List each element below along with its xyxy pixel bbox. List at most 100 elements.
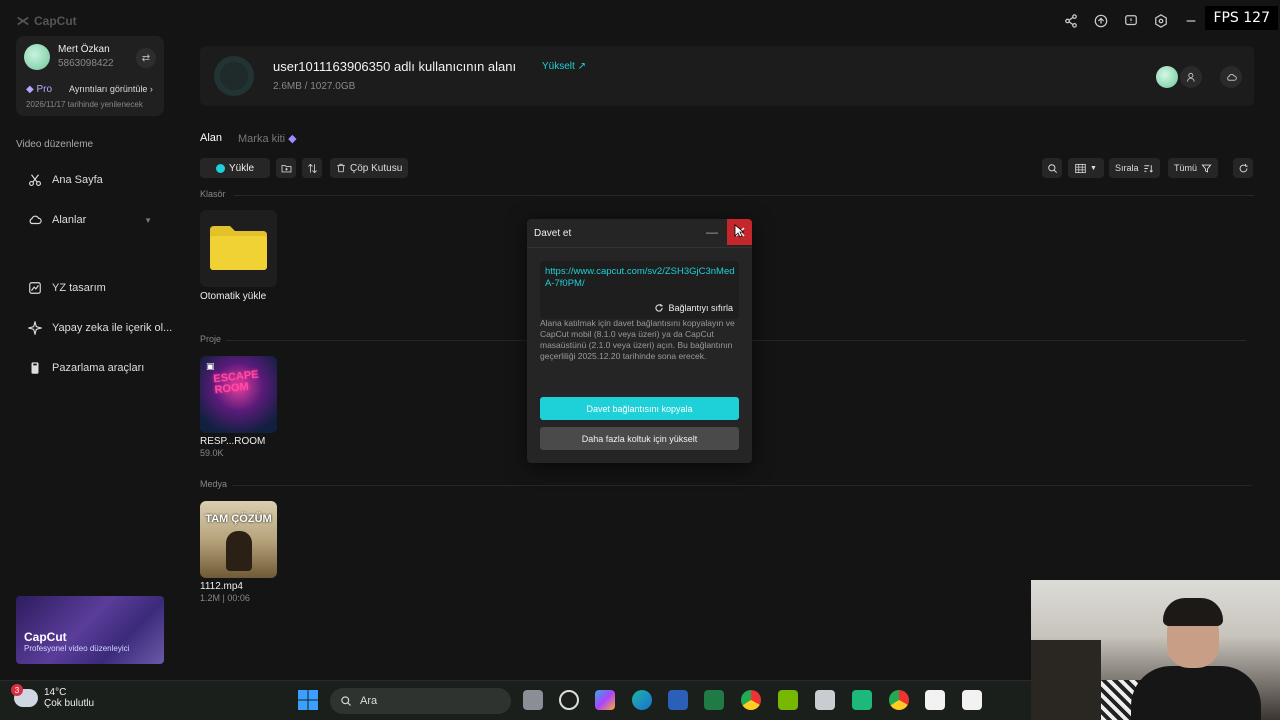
promo-banner[interactable]: CapCut Profesyonel video düzenleyici [16, 596, 164, 664]
user-name: Mert Özkan [58, 44, 110, 55]
chevron-down-icon[interactable]: ▼ [144, 216, 152, 225]
copilot-icon[interactable] [595, 690, 615, 710]
weather-widget[interactable]: 3 14°C Çok bulutlu [11, 684, 94, 709]
section-project-label: Proje [200, 334, 222, 344]
settings-icon[interactable] [1152, 12, 1170, 30]
minimize-icon[interactable] [1182, 12, 1200, 30]
weather-description: Çok bulutlu [44, 698, 95, 709]
avatar[interactable] [24, 44, 50, 70]
sidebar-item-label: Ana Sayfa [52, 174, 103, 186]
search-icon [341, 696, 351, 706]
upload-button[interactable]: Yükle [200, 158, 270, 178]
nvidia-icon[interactable] [778, 690, 798, 710]
reset-link-button[interactable]: Bağlantıyı sıfırla [654, 303, 733, 313]
grid-icon [1075, 163, 1086, 173]
invite-link[interactable]: https://www.capcut.com/sv2/ZSH3GjC3nMedA… [545, 266, 735, 290]
search-icon[interactable] [1042, 158, 1062, 178]
word-icon[interactable] [668, 690, 688, 710]
marketing-icon [31, 362, 39, 374]
tab-brand-kit-label: Marka kiti [238, 133, 286, 145]
project-thumbnail[interactable]: ▣ ESCAPE ROOM [200, 356, 277, 433]
reset-link-label: Bağlantıyı sıfırla [668, 303, 733, 313]
taskbar-search[interactable]: Ara [330, 688, 511, 714]
pro-badge: ◆ Pro [26, 84, 53, 95]
view-details-label: Ayrıntıları görüntüle [69, 84, 148, 94]
folder-card[interactable] [200, 210, 277, 287]
diamond-icon: ◆ [288, 133, 297, 145]
minimize-icon[interactable]: — [705, 223, 719, 241]
promo-title: CapCut [24, 630, 67, 644]
tab-space[interactable]: Alan [200, 132, 222, 144]
upload-arrow-icon[interactable] [1092, 12, 1110, 30]
sidebar-item-spaces[interactable]: Alanlar ▼ [28, 213, 152, 227]
invite-link-box: https://www.capcut.com/sv2/ZSH3GjC3nMedA… [540, 261, 739, 319]
sort-icon [1143, 164, 1153, 173]
media-thumbnail[interactable]: TAM ÇÖZÜM [200, 501, 277, 578]
tab-brand-kit[interactable]: Marka kiti ◆ [238, 132, 297, 145]
chrome-icon[interactable] [741, 690, 761, 710]
dialog-title: Davet et [534, 228, 572, 239]
excel-icon[interactable] [704, 690, 724, 710]
capcut-taskbar-icon[interactable] [925, 690, 945, 710]
upgrade-link[interactable]: Yükselt ↗ [542, 61, 586, 72]
thumbnail-figure [226, 531, 252, 571]
filter-button[interactable]: Tümü [1168, 158, 1219, 178]
logo-text: CapCut [34, 14, 77, 28]
share-icon[interactable] [1062, 12, 1080, 30]
divider [232, 485, 1252, 486]
sidebar-item-ai-design[interactable]: YZ tasarım [28, 281, 106, 295]
chevron-down-icon: ▼ [1090, 164, 1097, 172]
switch-account-icon[interactable]: ⇄ [136, 48, 156, 68]
refresh-icon[interactable] [1233, 158, 1253, 178]
filter-icon [1201, 164, 1212, 173]
top-toolbar [1062, 12, 1200, 30]
capcut-logo: CapCut [16, 14, 77, 28]
new-folder-icon[interactable] [276, 158, 296, 178]
edge-icon[interactable] [632, 690, 652, 710]
upgrade-seats-button[interactable]: Daha fazla koltuk için yükselt [540, 427, 739, 450]
webcam-person-hair [1163, 598, 1223, 626]
copy-invite-link-button[interactable]: Davet bağlantısını kopyala [540, 397, 739, 420]
chatgpt-icon[interactable] [559, 690, 579, 710]
file-explorer-icon[interactable] [523, 690, 543, 710]
cloud-upload-icon[interactable] [1220, 66, 1242, 88]
invite-dialog: Davet et — https://www.capcut.com/sv2/ZS… [527, 219, 752, 463]
windows-start-icon[interactable] [298, 690, 318, 710]
view-mode-dropdown[interactable]: ▼ [1068, 158, 1104, 178]
trash-label: Çöp Kutusu [350, 162, 403, 174]
cloud-icon [29, 215, 42, 225]
chrome-profile-icon[interactable] [889, 690, 909, 710]
weather-text: 14°C Çok bulutlu [44, 687, 94, 709]
scissors-icon [29, 174, 41, 186]
add-member-icon[interactable] [1180, 66, 1202, 88]
user-id: 5863098422 [58, 58, 114, 69]
search-placeholder: Ara [360, 695, 378, 707]
capcut-taskbar-icon[interactable] [962, 690, 982, 710]
sort-button[interactable]: Sırala [1109, 158, 1160, 178]
sparkle-icon [28, 321, 42, 335]
sort-arrows-icon[interactable] [302, 158, 322, 178]
sidebar-item-ai-content[interactable]: Yapay zeka ile içerik ol... [28, 321, 172, 335]
member-avatar[interactable] [1156, 66, 1178, 88]
trash-icon [337, 163, 345, 173]
calculator-icon[interactable] [815, 690, 835, 710]
trash-button[interactable]: Çöp Kutusu [330, 158, 409, 178]
plus-icon [215, 163, 225, 173]
user-card[interactable]: Mert Özkan 5863098422 ⇄ ◆ Pro Ayrıntılar… [16, 36, 164, 116]
sidebar-item-marketing[interactable]: Pazarlama araçları [28, 361, 144, 375]
project-name[interactable]: RESP...ROOM [200, 436, 265, 447]
section-folder-label: Klasör [200, 189, 226, 199]
sidebar-item-home[interactable]: Ana Sayfa [28, 173, 103, 187]
feedback-icon[interactable] [1122, 12, 1140, 30]
sidebar-item-label: Pazarlama araçları [52, 362, 145, 374]
media-name[interactable]: 1112.mp4 [200, 581, 243, 592]
notification-badge: 3 [11, 684, 23, 696]
view-details-link[interactable]: Ayrıntıları görüntüle › [69, 84, 153, 94]
space-storage: 2.6MB / 1027.0GB [273, 81, 356, 92]
fps-counter: FPS 127 [1205, 6, 1278, 30]
refresh-icon [655, 303, 664, 312]
dialog-description: Alana katılmak için davet bağlantısını k… [540, 318, 735, 361]
app-icon[interactable] [852, 690, 872, 710]
cloud-icon: 3 [11, 684, 38, 707]
folder-name[interactable]: Otomatik yükle [200, 291, 266, 302]
